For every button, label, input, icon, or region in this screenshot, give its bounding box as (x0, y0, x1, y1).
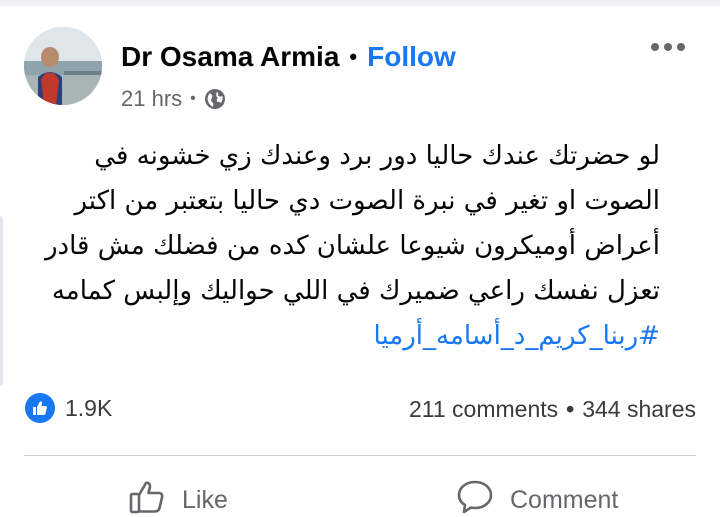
post-body: لو حضرتك عندك حاليا دور برد وعندك زي خشو… (28, 134, 660, 359)
facebook-post: Dr Osama Armia • Follow 21 hrs • لو حضرت… (0, 0, 720, 517)
comment-label: Comment (510, 486, 619, 514)
follow-button[interactable]: Follow (367, 41, 456, 73)
like-button[interactable]: Like (128, 478, 228, 517)
post-timestamp[interactable]: 21 hrs (121, 86, 182, 112)
globe-icon[interactable] (204, 88, 226, 110)
feed-divider (0, 0, 720, 6)
reaction-count: 1.9K (65, 394, 113, 421)
more-options-button[interactable] (648, 32, 688, 62)
shares-count[interactable]: 344 shares (582, 396, 696, 423)
post-text-line: لو حضرتك عندك حاليا دور برد وعندك زي خشو… (94, 141, 660, 171)
reactions-summary[interactable]: 1.9K (25, 393, 112, 423)
stats-separator: • (566, 396, 575, 422)
engagement-stats: 211 comments • 344 shares (409, 396, 696, 423)
scroll-edge-indicator (0, 216, 3, 386)
author-name[interactable]: Dr Osama Armia (121, 41, 339, 73)
post-text-line: تعزل نفسك راعي ضميرك في اللي حواليك وإلب… (51, 276, 660, 306)
actions-divider (24, 455, 696, 456)
comments-count[interactable]: 211 comments (409, 396, 558, 423)
meta-separator-dot: • (190, 90, 196, 107)
thumbs-up-icon (128, 478, 166, 517)
avatar[interactable] (24, 27, 102, 105)
separator-dot: • (349, 44, 358, 69)
like-label: Like (182, 486, 228, 514)
comment-icon (456, 478, 494, 517)
avatar-photo (24, 27, 102, 105)
post-meta: 21 hrs • (121, 86, 226, 112)
like-reaction-icon (25, 393, 55, 423)
comment-button[interactable]: Comment (456, 478, 618, 517)
hashtag-link[interactable]: #ربنا_كريم_د_أسامه_أرميا (28, 314, 660, 359)
post-text-line: الصوت او تغير في نبرة الصوت دي حاليا بتع… (74, 186, 660, 216)
author-row: Dr Osama Armia • Follow (121, 41, 456, 73)
more-horizontal-icon (651, 43, 685, 51)
post-text-line: أعراض أوميكرون شيوعا علشان كده من فضلك م… (44, 231, 660, 261)
